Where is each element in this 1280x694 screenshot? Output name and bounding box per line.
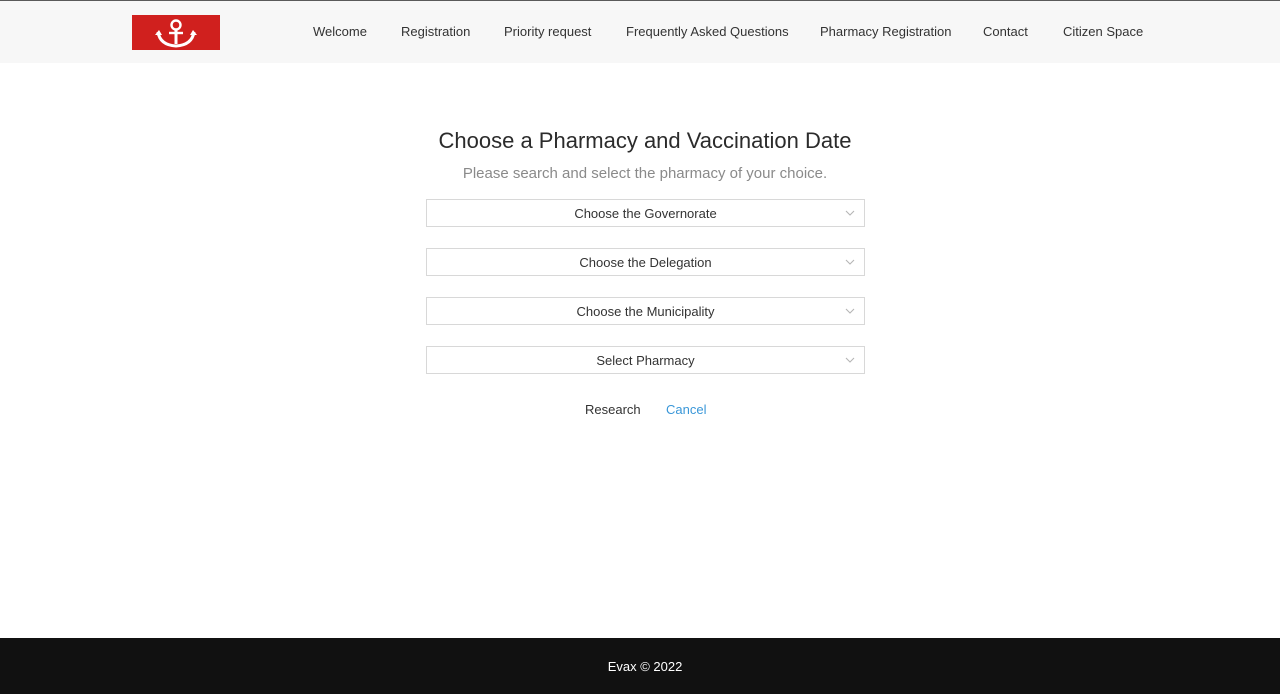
site-footer: Evax © 2022 [0, 638, 1280, 694]
delegation-select[interactable]: Choose the Delegation [426, 248, 865, 276]
nav-item-registration[interactable]: Registration [401, 24, 470, 40]
nav-item-priority-request[interactable]: Priority request [504, 24, 591, 40]
governorate-select-value: Choose the Governorate [574, 205, 717, 221]
copyright-text: Evax © 2022 [607, 658, 683, 674]
chevron-down-icon [845, 259, 855, 265]
nav-item-citizen-space[interactable]: Citizen Space [1063, 24, 1143, 40]
site-header: Welcome Registration Priority request Fr… [0, 1, 1280, 63]
nav-item-contact[interactable]: Contact [983, 24, 1028, 40]
delegation-select-value: Choose the Delegation [579, 254, 712, 270]
governorate-select[interactable]: Choose the Governorate [426, 199, 865, 227]
nav-item-welcome[interactable]: Welcome [313, 24, 367, 40]
chevron-down-icon [845, 308, 855, 314]
chevron-down-icon [845, 210, 855, 216]
chevron-down-icon [845, 357, 855, 363]
page-title: Choose a Pharmacy and Vaccination Date [438, 128, 852, 153]
pharmacy-select[interactable]: Select Pharmacy [426, 346, 865, 374]
nav-item-faq[interactable]: Frequently Asked Questions [626, 24, 789, 40]
nav-item-pharmacy-registration[interactable]: Pharmacy Registration [820, 24, 952, 40]
main-nav: Welcome Registration Priority request Fr… [0, 1, 1280, 63]
municipality-select[interactable]: Choose the Municipality [426, 297, 865, 325]
cancel-button[interactable]: Cancel [666, 402, 706, 418]
research-button[interactable]: Research [585, 402, 641, 418]
pharmacy-select-value: Select Pharmacy [596, 352, 695, 368]
page-subtitle: Please search and select the pharmacy of… [462, 165, 828, 182]
municipality-select-value: Choose the Municipality [576, 303, 715, 319]
